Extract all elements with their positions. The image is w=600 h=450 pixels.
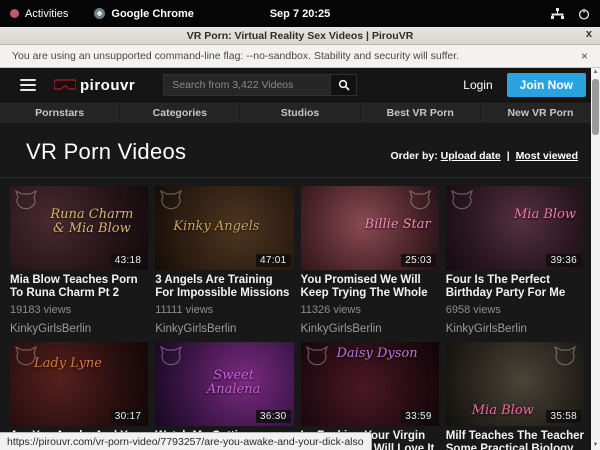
- duration-badge: 43:18: [111, 254, 146, 267]
- video-studio-link[interactable]: KinkyGirlsBerlin: [10, 323, 148, 335]
- thumbnail-overlay-text: Sweet Analena: [185, 369, 282, 397]
- vr-headset-icon: [54, 79, 76, 92]
- video-card: Kinky Angels 47:01 3 Angels Are Training…: [155, 186, 293, 335]
- search-icon: [338, 79, 350, 91]
- main-nav: Pornstars Categories Studios Best VR Por…: [0, 102, 600, 123]
- video-studio-link[interactable]: KinkyGirlsBerlin: [155, 323, 293, 335]
- activities-button[interactable]: Activities: [10, 8, 68, 20]
- network-icon[interactable]: [551, 8, 564, 20]
- duration-badge: 36:30: [256, 410, 291, 423]
- menu-icon[interactable]: [20, 79, 36, 91]
- video-card: Mia Blow 35:58 Milf Teaches The Teacher …: [446, 342, 584, 450]
- duration-badge: 25:03: [401, 254, 436, 267]
- nav-item-new-vr-porn[interactable]: New VR Porn: [481, 103, 600, 123]
- duration-badge: 47:01: [256, 254, 291, 267]
- video-studio-link[interactable]: KinkyGirlsBerlin: [301, 323, 439, 335]
- thumbnail-overlay-text: Mia Blow: [514, 208, 576, 222]
- activities-label: Activities: [25, 8, 68, 20]
- order-by-label: Order by:: [390, 150, 437, 162]
- order-by: Order by: Upload date | Most viewed: [390, 150, 578, 162]
- video-thumbnail[interactable]: Mia Blow 35:58: [446, 342, 584, 426]
- window-close-icon[interactable]: x: [586, 28, 592, 40]
- chrome-icon: [94, 8, 105, 19]
- video-views: 11111 views: [155, 304, 293, 316]
- video-title[interactable]: 3 Angels Are Training For Impossible Mis…: [155, 274, 293, 300]
- studio-watermark-icon: [554, 346, 576, 366]
- screen: Activities Google Chrome Sep 7 20:25 VR …: [0, 0, 600, 450]
- studio-watermark-icon: [160, 190, 182, 210]
- warning-message: You are using an unsupported command-lin…: [12, 50, 459, 62]
- video-title[interactable]: You Promised We Will Keep Trying The Who…: [301, 274, 439, 300]
- scroll-down-icon[interactable]: ▼: [593, 441, 599, 450]
- studio-watermark-icon: [160, 346, 182, 366]
- thumbnail-overlay-text: Mia Blow: [472, 404, 534, 418]
- scrollbar-thumb[interactable]: [592, 79, 599, 135]
- video-card: Runa Charm & Mia Blow 43:18 Mia Blow Tea…: [10, 186, 148, 335]
- video-title[interactable]: Four Is The Perfect Birthday Party For M…: [446, 274, 584, 300]
- duration-badge: 30:17: [111, 410, 146, 423]
- login-link[interactable]: Login: [463, 78, 492, 92]
- chrome-warning-bar: You are using an unsupported command-lin…: [0, 45, 600, 68]
- system-top-bar: Activities Google Chrome Sep 7 20:25: [0, 0, 600, 27]
- duration-badge: 35:58: [546, 410, 581, 423]
- order-most-viewed-link[interactable]: Most viewed: [516, 150, 578, 162]
- video-thumbnail[interactable]: Lady Lyne 30:17: [10, 342, 148, 426]
- nav-item-best-vr-porn[interactable]: Best VR Porn: [361, 103, 481, 123]
- nav-item-categories[interactable]: Categories: [120, 103, 240, 123]
- video-thumbnail[interactable]: Runa Charm & Mia Blow 43:18: [10, 186, 148, 270]
- video-thumbnail[interactable]: Daisy Dyson 33:59: [301, 342, 439, 426]
- site-logo[interactable]: pirouvr: [54, 77, 135, 94]
- studio-watermark-icon: [451, 190, 473, 210]
- video-thumbnail[interactable]: Billie Star 25:03: [301, 186, 439, 270]
- video-card: Mia Blow 39:36 Four Is The Perfect Birth…: [446, 186, 584, 335]
- window-title-bar[interactable]: VR Porn: Virtual Reality Sex Videos | Pi…: [0, 27, 600, 45]
- join-now-button[interactable]: Join Now: [507, 73, 586, 97]
- focused-app-label[interactable]: Google Chrome: [111, 8, 194, 20]
- video-grid: Runa Charm & Mia Blow 43:18 Mia Blow Tea…: [0, 178, 600, 450]
- video-thumbnail[interactable]: Kinky Angels 47:01: [155, 186, 293, 270]
- search-button[interactable]: [331, 74, 357, 96]
- thumbnail-overlay-text: Lady Lyne: [34, 357, 102, 371]
- video-views: 6958 views: [446, 304, 584, 316]
- browser-viewport: pirouvr Login Join Now Pornstars Categor…: [0, 68, 600, 450]
- thumbnail-overlay-text: Kinky Angels: [173, 220, 259, 234]
- order-upload-date-link[interactable]: Upload date: [441, 150, 501, 162]
- nav-item-studios[interactable]: Studios: [240, 103, 360, 123]
- page-title: VR Porn Videos: [26, 139, 186, 165]
- status-bar-url: https://pirouvr.com/vr-porn-video/779325…: [0, 432, 372, 450]
- search-bar: [163, 74, 357, 96]
- activities-indicator-icon: [10, 9, 19, 18]
- studio-watermark-icon: [409, 190, 431, 210]
- site-logo-text: pirouvr: [80, 77, 135, 94]
- video-studio-link[interactable]: KinkyGirlsBerlin: [446, 323, 584, 335]
- vertical-scrollbar[interactable]: ▲ ▼: [591, 68, 600, 450]
- video-views: 11326 views: [301, 304, 439, 316]
- studio-watermark-icon: [15, 190, 37, 210]
- thumbnail-overlay-text: Billie Star: [365, 218, 431, 232]
- site-header: pirouvr Login Join Now: [0, 68, 600, 102]
- thumbnail-overlay-text: Runa Charm & Mia Blow: [43, 208, 140, 236]
- thumbnail-overlay-text: Daisy Dyson: [337, 347, 418, 361]
- video-title[interactable]: Mia Blow Teaches Porn To Runa Charm Pt 2: [10, 274, 148, 300]
- scroll-up-icon[interactable]: ▲: [593, 68, 599, 77]
- duration-badge: 39:36: [546, 254, 581, 267]
- studio-watermark-icon: [306, 346, 328, 366]
- duration-badge: 33:59: [401, 410, 436, 423]
- warning-close-icon[interactable]: ×: [581, 49, 588, 63]
- nav-item-pornstars[interactable]: Pornstars: [0, 103, 120, 123]
- video-card: Billie Star 25:03 You Promised We Will K…: [301, 186, 439, 335]
- window-title: VR Porn: Virtual Reality Sex Videos | Pi…: [187, 30, 414, 42]
- video-title[interactable]: Milf Teaches The Teacher Some Practical …: [446, 430, 584, 450]
- order-separator: |: [507, 150, 510, 162]
- search-input[interactable]: [163, 74, 331, 96]
- video-views: 19183 views: [10, 304, 148, 316]
- video-thumbnail[interactable]: Sweet Analena 36:30: [155, 342, 293, 426]
- clock[interactable]: Sep 7 20:25: [0, 8, 600, 20]
- video-thumbnail[interactable]: Mia Blow 39:36: [446, 186, 584, 270]
- page-heading-row: VR Porn Videos Order by: Upload date | M…: [0, 123, 600, 178]
- power-icon[interactable]: [578, 8, 590, 20]
